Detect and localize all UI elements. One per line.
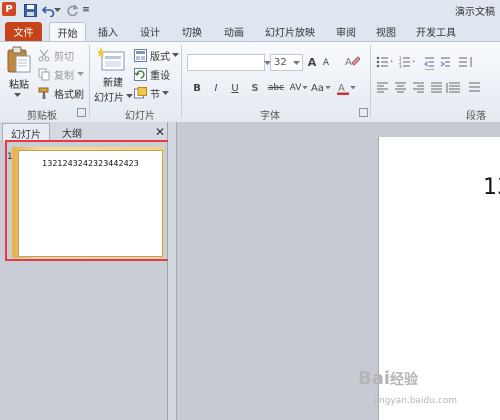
format-painter-button[interactable]: 格式刷 <box>38 85 84 101</box>
section-button[interactable]: 节 <box>134 85 169 101</box>
layout-dropdown-icon <box>172 52 179 57</box>
new-slide-label-2: 幻灯片 <box>94 92 124 104</box>
italic-button[interactable]: I <box>209 80 223 96</box>
copy-label: 复制 <box>54 70 74 82</box>
underline-button[interactable]: U <box>228 80 242 96</box>
shrink-font-button[interactable]: A <box>320 55 332 71</box>
copy-icon <box>38 68 50 80</box>
slide-title-text[interactable]: 13 <box>483 175 500 200</box>
cut-label: 剪切 <box>54 51 74 63</box>
copy-button[interactable]: 复制 <box>38 66 84 82</box>
tab-design[interactable]: 设计 <box>135 22 165 41</box>
font-launcher-icon[interactable] <box>359 108 368 117</box>
paste-dropdown-icon[interactable] <box>14 90 22 97</box>
pane-splitter[interactable] <box>168 122 177 420</box>
undo-dropdown-icon[interactable] <box>53 2 61 18</box>
change-case-button[interactable]: Aa <box>310 80 332 96</box>
bold-button[interactable]: B <box>190 80 204 96</box>
group-separator <box>89 45 90 117</box>
section-icon <box>134 86 147 98</box>
slides-group-label: 幻灯片 <box>125 111 155 122</box>
change-case-label: Aa <box>311 82 324 94</box>
watermark-brand: Bai经验 <box>358 368 418 389</box>
reset-label: 重设 <box>150 70 170 82</box>
font-group-label: 字体 <box>260 111 280 122</box>
tab-slideshow[interactable]: 幻灯片放映 <box>262 22 318 41</box>
layout-button[interactable]: 版式 <box>134 47 179 63</box>
tab-insert[interactable]: 插入 <box>93 22 123 41</box>
section-label: 节 <box>150 89 160 101</box>
tab-transitions[interactable]: 切换 <box>177 22 207 41</box>
paste-button[interactable]: 粘贴 <box>4 76 34 91</box>
text-shadow-button[interactable]: S <box>248 80 262 96</box>
save-icon[interactable] <box>22 2 38 18</box>
spacing-dropdown-icon <box>302 86 309 90</box>
clear-formatting-icon[interactable]: A <box>344 54 361 70</box>
watermark-brand-text: Bai <box>358 368 391 389</box>
new-slide-icon[interactable] <box>96 47 126 73</box>
strikethrough-button[interactable]: abc <box>265 80 287 96</box>
highlight-box <box>5 140 171 261</box>
grow-font-button[interactable]: A <box>305 54 319 70</box>
cut-button[interactable]: 剪切 <box>38 47 74 63</box>
close-pane-icon[interactable]: ✕ <box>154 125 166 139</box>
customize-quick-access-icon[interactable]: ≡ <box>81 2 91 18</box>
section-dropdown-icon <box>162 90 169 95</box>
clipboard-group-label: 剪贴板 <box>27 111 57 122</box>
tab-home[interactable]: 开始 <box>49 22 86 42</box>
new-slide-dropdown[interactable]: 幻灯片 <box>94 88 133 104</box>
font-size-dropdown-icon[interactable] <box>293 58 301 65</box>
new-slide-label[interactable]: 新建 <box>96 74 130 89</box>
tab-animations[interactable]: 动画 <box>219 22 249 41</box>
watermark-url: jingyan.baidu.com <box>374 396 458 406</box>
change-case-dropdown-icon <box>325 86 331 90</box>
group-separator <box>370 45 371 117</box>
copy-dropdown-icon <box>77 71 84 76</box>
font-color-icon: A <box>336 83 349 95</box>
clipboard-launcher-icon[interactable] <box>77 108 86 117</box>
tab-view[interactable]: 视图 <box>371 22 401 41</box>
layout-icon <box>134 48 147 62</box>
watermark-brand-text-2: 经验 <box>390 372 419 388</box>
character-spacing-button[interactable]: AV <box>288 80 310 96</box>
brush-icon <box>38 87 49 99</box>
format-painter-label: 格式刷 <box>54 89 84 101</box>
font-color-button[interactable]: A <box>335 80 357 96</box>
tab-outline-pane[interactable]: 大纲 <box>52 123 92 141</box>
paragraph-list-buttons: 123 <box>375 54 495 71</box>
font-name-combobox[interactable] <box>187 54 265 71</box>
redo-icon[interactable] <box>64 2 80 18</box>
scissors-icon <box>38 49 50 61</box>
tab-developer[interactable]: 开发工具 <box>413 22 459 41</box>
new-slide-dropdown-icon <box>126 93 133 98</box>
paste-icon[interactable] <box>6 46 32 74</box>
svg-text:3: 3 <box>399 64 402 69</box>
tab-file[interactable]: 文件 <box>5 22 42 41</box>
paragraph-align-buttons <box>375 80 495 96</box>
tab-review[interactable]: 审阅 <box>331 22 361 41</box>
powerpoint-logo-icon[interactable]: P <box>2 2 16 16</box>
character-spacing-label: AV <box>289 83 302 93</box>
group-separator <box>181 45 182 117</box>
font-color-dropdown-icon <box>349 86 356 90</box>
svg-text:A: A <box>345 57 352 68</box>
layout-label: 版式 <box>150 51 170 63</box>
reset-button[interactable]: 重设 <box>134 66 170 82</box>
reset-icon <box>134 67 147 81</box>
paragraph-group-label: 段落 <box>466 111 486 122</box>
window-title: 演示文稿 <box>455 7 495 18</box>
svg-text:A: A <box>338 83 345 94</box>
